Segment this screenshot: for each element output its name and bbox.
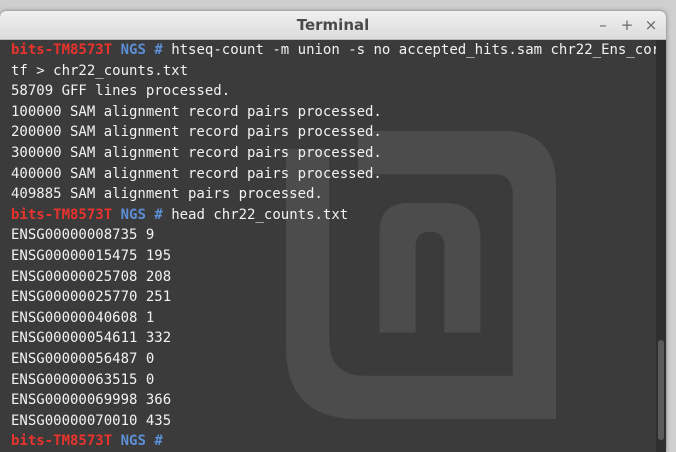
output-line: ENSG00000015475 195 bbox=[11, 247, 172, 264]
maximize-button[interactable]: + bbox=[620, 15, 634, 35]
window-controls: – + × bbox=[596, 15, 658, 35]
prompt-line: bits-TM8573T NGS # head chr22_counts.txt bbox=[11, 205, 666, 226]
window-title: Terminal bbox=[296, 16, 370, 34]
prompt-symbol: # bbox=[154, 206, 163, 223]
scrollbar-thumb[interactable] bbox=[658, 340, 664, 440]
output-line: ENSG00000070010 435 bbox=[11, 412, 172, 429]
output-line: ENSG00000056487 0 bbox=[11, 350, 155, 367]
output-line: 58709 GFF lines processed. bbox=[11, 83, 231, 100]
terminal-window[interactable]: Terminal – + × bits-TM8573T NGS # htseq-… bbox=[0, 11, 666, 452]
prompt-user: bits-TM8573T bbox=[11, 206, 113, 223]
close-button[interactable]: × bbox=[644, 15, 658, 35]
output-line: 300000 SAM alignment record pairs proces… bbox=[11, 144, 382, 161]
command-text: htseq-count -m union -s no accepted_hits… bbox=[171, 42, 666, 58]
output-line: ENSG00000054611 332 bbox=[11, 330, 172, 347]
title-bar[interactable]: Terminal – + × bbox=[0, 11, 666, 40]
output-line: ENSG00000008735 9 bbox=[11, 227, 155, 244]
output-line: 409885 SAM alignment pairs processed. bbox=[11, 186, 323, 203]
output-line: 400000 SAM alignment record pairs proces… bbox=[11, 165, 382, 182]
prompt-line: bits-TM8573T NGS # bbox=[11, 431, 666, 452]
desktop: Terminal – + × bits-TM8573T NGS # htseq-… bbox=[0, 0, 676, 452]
terminal-output[interactable]: bits-TM8573T NGS # htseq-count -m union … bbox=[0, 40, 666, 452]
prompt-line: bits-TM8573T NGS # htseq-count -m union … bbox=[11, 40, 666, 61]
prompt-user: bits-TM8573T bbox=[11, 42, 113, 58]
output-line: ENSG00000025770 251 bbox=[11, 289, 172, 306]
output-line: ENSG00000069998 366 bbox=[11, 392, 172, 409]
terminal-content[interactable]: bits-TM8573T NGS # htseq-count -m union … bbox=[0, 40, 666, 452]
scrollbar[interactable] bbox=[656, 40, 666, 452]
output-line: 100000 SAM alignment record pairs proces… bbox=[11, 103, 382, 120]
minimize-button[interactable]: – bbox=[596, 15, 610, 35]
prompt-directory: NGS bbox=[120, 433, 146, 450]
prompt-directory: NGS bbox=[120, 206, 146, 223]
output-line: ENSG00000040608 1 bbox=[11, 309, 155, 326]
prompt-symbol: # bbox=[154, 433, 163, 450]
output-line: tf > chr22_counts.txt bbox=[11, 62, 189, 79]
prompt-user: bits-TM8573T bbox=[11, 433, 113, 450]
command-text: head chr22_counts.txt bbox=[171, 206, 349, 223]
prompt-directory: NGS bbox=[120, 42, 146, 58]
output-line: 200000 SAM alignment record pairs proces… bbox=[11, 124, 382, 141]
output-line: ENSG00000025708 208 bbox=[11, 268, 172, 285]
prompt-symbol: # bbox=[154, 42, 163, 58]
output-line: ENSG00000063515 0 bbox=[11, 371, 155, 388]
